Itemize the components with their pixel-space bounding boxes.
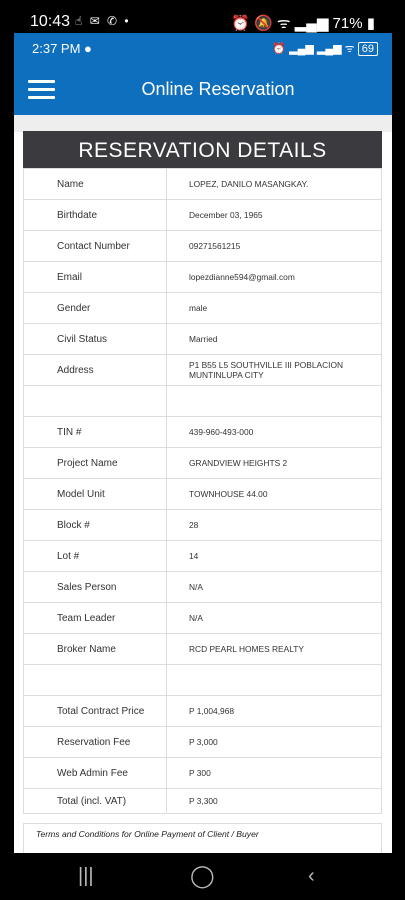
home-icon[interactable]: ◯	[190, 863, 215, 889]
row-label: Sales Person	[23, 571, 167, 603]
table-row: Block #28	[23, 509, 382, 541]
row-value: P1 B55 L5 SOUTHVILLE III POBLACION MUNTI…	[166, 354, 382, 386]
battery-percent: 71%	[332, 15, 363, 32]
row-value: GRANDVIEW HEIGHTS 2	[166, 447, 382, 479]
table-row: Gender male	[23, 292, 382, 324]
table-row: Model Unit TOWNHOUSE 44.00	[23, 478, 382, 510]
inner-clock-text: 2:37 PM	[32, 41, 81, 56]
table-row	[23, 385, 382, 417]
system-clock: 10:43	[30, 13, 71, 30]
row-value: P 3,000	[166, 726, 382, 758]
inner-clock: 2:37 PM ●	[32, 41, 92, 56]
row-label: Gender	[23, 292, 167, 324]
row-value: December 03, 1965	[166, 199, 382, 231]
table-row	[23, 664, 382, 696]
table-row: Address P1 B55 L5 SOUTHVILLE III POBLACIO…	[23, 354, 382, 386]
inner-status-icons: ⏰ ▂▄▆ ▂▄▆ ᯤ 69	[272, 41, 378, 56]
table-row: Contact Number 09271561215	[23, 230, 382, 262]
row-value	[166, 385, 382, 417]
row-label: Civil Status	[23, 323, 167, 355]
table-row: Sales Person N/A	[23, 571, 382, 603]
table-row: Web Admin Fee P 300	[23, 757, 382, 789]
row-value: 14	[166, 540, 382, 572]
row-value: Married	[166, 323, 382, 355]
row-label: Total (incl. VAT)	[23, 788, 167, 814]
spacer	[14, 115, 392, 132]
table-row: Team Leader N/A	[23, 602, 382, 634]
row-label: Reservation Fee	[23, 726, 167, 758]
table-row: Email lopezdianne594@gmail.com	[23, 261, 382, 293]
system-status-icons: ⏰ 🔕 ᯤ ▂▄▆ 71% ▮	[231, 15, 375, 32]
inner-status-bar: 2:37 PM ● ⏰ ▂▄▆ ▂▄▆ ᯤ 69	[14, 33, 392, 63]
row-label: Name	[23, 168, 167, 200]
row-value: male	[166, 292, 382, 324]
row-label: Broker Name	[23, 633, 167, 665]
row-label: Total Contract Price	[23, 695, 167, 727]
app-bar: Online Reservation	[14, 63, 392, 115]
row-value: P 1,004,968	[166, 695, 382, 727]
row-value: N/A	[166, 571, 382, 603]
row-label	[23, 664, 167, 696]
table-row: Lot #14	[23, 540, 382, 572]
table-row: Reservation Fee P 3,000	[23, 726, 382, 758]
row-label: TIN #	[23, 416, 167, 448]
table-row: Broker Name RCD PEARL HOMES REALTY	[23, 633, 382, 665]
card-heading: RESERVATION DETAILS	[23, 131, 382, 168]
app-title: Online Reservation	[141, 79, 295, 99]
system-status-bar: 10:43 ☝ ✉ ✆ • ⏰ 🔕 ᯤ ▂▄▆ 71% ▮	[0, 0, 405, 32]
table-row: Total Contract Price P 1,004,968	[23, 695, 382, 727]
back-icon[interactable]: ‹	[308, 865, 315, 888]
row-value: RCD PEARL HOMES REALTY	[166, 633, 382, 665]
table-row: Civil Status Married	[23, 323, 382, 355]
row-value: TOWNHOUSE 44.00	[166, 478, 382, 510]
row-label	[23, 385, 167, 417]
notification-icons: ☝ ✉ ✆ •	[75, 14, 131, 28]
terms-section: Terms and Conditions for Online Payment …	[23, 823, 382, 853]
row-value: LOPEZ, DANILO MASANGKAY.	[166, 168, 382, 200]
reservation-card: RESERVATION DETAILS Name LOPEZ, DANILO MA…	[23, 131, 382, 814]
table-row: Name LOPEZ, DANILO MASANGKAY.	[23, 168, 382, 200]
row-value: 28	[166, 509, 382, 541]
row-label: Project Name	[23, 447, 167, 479]
row-value: P 3,300	[166, 788, 382, 814]
table-row: TIN #439-960-493-000	[23, 416, 382, 448]
row-value: 09271561215	[166, 230, 382, 262]
row-label: Team Leader	[23, 602, 167, 634]
details-table: Name LOPEZ, DANILO MASANGKAY. Birthdate Dec…	[23, 168, 382, 814]
table-row: Birthdate December 03, 1965	[23, 199, 382, 231]
row-value: N/A	[166, 602, 382, 634]
table-row: Project Name GRANDVIEW HEIGHTS 2	[23, 447, 382, 479]
row-label: Email	[23, 261, 167, 293]
row-label: Lot #	[23, 540, 167, 572]
row-label: Block #	[23, 509, 167, 541]
row-label: Web Admin Fee	[23, 757, 167, 789]
row-value	[166, 664, 382, 696]
row-label: Birthdate	[23, 199, 167, 231]
row-value: 439-960-493-000	[166, 416, 382, 448]
terms-text: Terms and Conditions for Online Payment …	[36, 829, 259, 839]
row-label: Address	[23, 354, 167, 386]
row-value: P 300	[166, 757, 382, 789]
recents-icon[interactable]: |||	[78, 865, 94, 888]
row-label: Model Unit	[23, 478, 167, 510]
inner-battery: 69	[357, 42, 378, 56]
table-row: Total (incl. VAT) P 3,300	[23, 788, 382, 814]
app-window: 2:37 PM ● ⏰ ▂▄▆ ▂▄▆ ᯤ 69 Online Reservat…	[14, 33, 392, 853]
messenger-icon: ●	[84, 41, 92, 56]
row-value: lopezdianne594@gmail.com	[166, 261, 382, 293]
row-label: Contact Number	[23, 230, 167, 262]
android-nav-bar: ||| ◯ ‹	[0, 853, 405, 900]
